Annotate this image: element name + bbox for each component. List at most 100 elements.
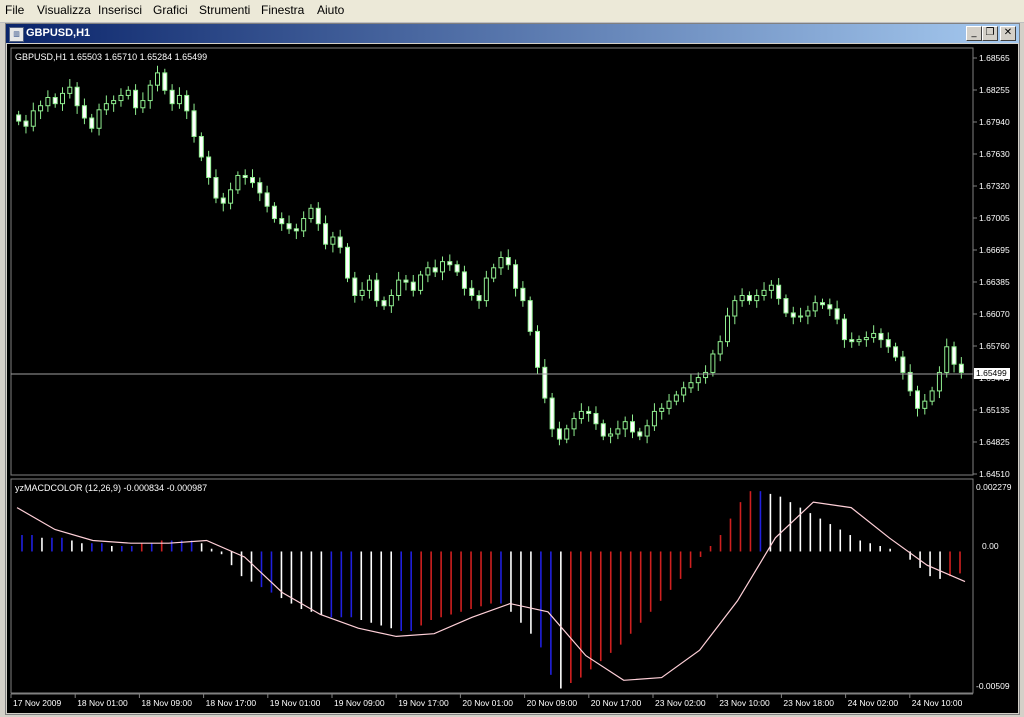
menu-file[interactable]: File [5,3,24,17]
price-label: 1.67630 [979,149,1010,159]
candle-body [293,228,299,232]
candle-body [820,302,825,306]
close-button[interactable]: ✕ [1000,26,1016,41]
price-label: 1.68565 [979,53,1010,63]
candle-body [863,337,869,341]
menu-inserisci[interactable]: Inserisci [98,3,142,17]
candle-body [74,86,80,107]
candle-body [549,397,555,430]
minimize-button[interactable]: _ [966,26,982,41]
candle-body [169,89,175,105]
candle-body [644,425,650,437]
candle-body [111,100,117,105]
candle-body [498,257,504,269]
candle-body [315,207,321,225]
candle-body [630,421,635,433]
window-title: GBPUSD,H1 [26,27,91,39]
candle-body [52,96,58,105]
candle-body [191,110,197,137]
candle-body [235,174,241,191]
candle-body [440,261,445,273]
candle-body [330,236,336,245]
candle-body [359,289,365,296]
candle-body [176,94,182,105]
time-label: 20 Nov 09:00 [527,698,578,708]
candle-body [483,277,489,302]
time-label: 20 Nov 01:00 [462,698,513,708]
candle-body [703,371,709,379]
candle-body [432,267,438,273]
candle-body [622,421,628,430]
candle-body [885,339,891,348]
candle-body [279,218,285,225]
candle-body [16,114,22,122]
candle-body [900,356,906,373]
candle-body [162,72,168,91]
candle-body [695,377,701,384]
candle-body [352,277,358,296]
candle-body [841,318,847,341]
candle-body [878,332,884,341]
menu-strumenti[interactable]: Strumenti [199,3,250,17]
candle-body [461,271,467,289]
candle-body [140,100,146,109]
candle-body [184,94,190,112]
price-label: 1.66385 [979,277,1010,287]
menu-visualizza[interactable]: Visualizza [37,3,91,17]
candle-body [96,109,102,129]
menu-aiuto[interactable]: Aiuto [317,3,344,17]
candle-body [410,281,416,291]
candle-body [38,105,44,112]
candle-body [637,431,643,437]
time-label: 19 Nov 01:00 [270,698,321,708]
candle-body [871,332,877,339]
candle-body [564,428,570,440]
price-label: 1.65135 [979,405,1010,415]
candle-body [790,312,796,318]
candle-body [513,264,519,289]
candle-body [710,353,716,373]
candle-body [725,315,730,343]
macd-histogram [21,491,961,689]
candle-body [827,304,833,310]
menu-finestra[interactable]: Finestra [261,3,304,17]
candle-body [922,400,928,409]
candle-body [374,279,380,302]
candle-body [907,371,913,392]
candle-body [476,294,482,302]
candle-body [893,346,899,358]
candle-body [578,410,584,420]
candle-body [761,289,767,296]
restore-button[interactable]: ❐ [982,26,998,41]
candle-body [673,394,679,402]
candle-body [717,341,723,355]
candle-body [242,174,248,179]
candle-body [556,428,562,440]
time-label: 19 Nov 17:00 [398,698,449,708]
chart-window-icon: ▥ [9,27,24,42]
chart-canvas[interactable]: GBPUSD,H1 1.65503 1.65710 1.65284 1.6549… [7,44,1018,713]
window-titlebar[interactable]: ▥ GBPUSD,H1 _ ❐ ✕ [6,24,1019,43]
candle-body [834,308,840,320]
candle-body [155,72,160,86]
candle-body [768,284,774,291]
menu-bar: File Visualizza Inserisci Grafici Strumenti F… [0,0,1024,23]
macd-label-top: 0.002279 [976,482,1012,492]
candle-body [491,267,497,279]
candle-body [206,156,212,179]
candle-body [958,363,964,373]
candle-body [915,390,920,409]
price-label: 1.67940 [979,117,1010,127]
macd-panel-header: yzMACDCOLOR (12,26,9) -0.000834 -0.00098… [15,483,207,493]
candle-body [381,300,387,307]
candle-body [30,110,36,127]
candle-body [659,407,665,412]
time-label: 18 Nov 09:00 [141,698,192,708]
candle-body [520,287,526,302]
menu-grafici[interactable]: Grafici [153,3,188,17]
candle-body [929,390,935,402]
chart-svg[interactable]: GBPUSD,H1 1.65503 1.65710 1.65284 1.6549… [7,44,1018,713]
candle-body [739,294,745,302]
price-label: 1.68255 [979,85,1010,95]
candle-body [301,218,307,232]
